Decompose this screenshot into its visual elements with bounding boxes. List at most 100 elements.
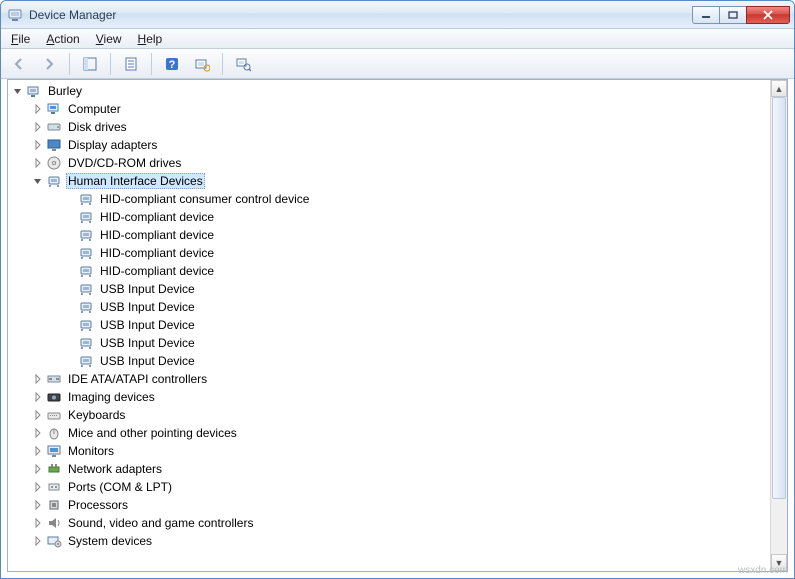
tree-node-label: USB Input Device: [98, 282, 197, 296]
tree-node-category-3[interactable]: DVD/CD-ROM drives: [8, 154, 770, 172]
scroll-thumb[interactable]: [772, 97, 786, 499]
watermark: wsxdn.com: [738, 565, 788, 576]
tree-node-category-0[interactable]: Computer: [8, 100, 770, 118]
toolbar: ?: [1, 49, 794, 79]
hid-icon: [78, 299, 94, 315]
tree-node-device-4-6[interactable]: USB Input Device: [8, 298, 770, 316]
tree-node-label: Network adapters: [66, 462, 164, 476]
expand-arrow-icon[interactable]: [32, 157, 44, 169]
tree-node-category-10[interactable]: Network adapters: [8, 460, 770, 478]
scroll-track[interactable]: [771, 97, 787, 554]
expand-arrow-icon[interactable]: [32, 391, 44, 403]
close-button[interactable]: [746, 6, 790, 24]
tree-node-label: Processors: [66, 498, 130, 512]
expand-arrow-icon[interactable]: [32, 463, 44, 475]
tree-node-category-6[interactable]: Imaging devices: [8, 388, 770, 406]
tree-node-device-4-7[interactable]: USB Input Device: [8, 316, 770, 334]
tree-node-label: USB Input Device: [98, 318, 197, 332]
tree-node-device-4-3[interactable]: HID-compliant device: [8, 244, 770, 262]
tree-node-label: USB Input Device: [98, 300, 197, 314]
hid-icon: [78, 281, 94, 297]
tree-node-category-8[interactable]: Mice and other pointing devices: [8, 424, 770, 442]
tree-node-category-5[interactable]: IDE ATA/ATAPI controllers: [8, 370, 770, 388]
properties-button[interactable]: [119, 52, 143, 76]
tree-node-category-13[interactable]: Sound, video and game controllers: [8, 514, 770, 532]
hid-icon: [78, 227, 94, 243]
tree-node-category-11[interactable]: Ports (COM & LPT): [8, 478, 770, 496]
menu-bar: File Action View Help: [1, 29, 794, 49]
menu-view[interactable]: View: [90, 31, 128, 47]
tree-node-device-4-9[interactable]: USB Input Device: [8, 352, 770, 370]
ports-icon: [46, 479, 62, 495]
tree-node-category-14[interactable]: System devices: [8, 532, 770, 550]
processor-icon: [46, 497, 62, 513]
scan-hardware-button[interactable]: [190, 52, 214, 76]
scroll-up-button[interactable]: ▲: [771, 80, 787, 97]
tree-node-device-4-0[interactable]: HID-compliant consumer control device: [8, 190, 770, 208]
tree-node-category-4[interactable]: Human Interface Devices: [8, 172, 770, 190]
tree-node-label: DVD/CD-ROM drives: [66, 156, 183, 170]
tree-node-label: Display adapters: [66, 138, 159, 152]
svg-text:?: ?: [169, 59, 176, 71]
tree-node-device-4-2[interactable]: HID-compliant device: [8, 226, 770, 244]
tree-node-category-2[interactable]: Display adapters: [8, 136, 770, 154]
toolbar-separator: [222, 53, 223, 75]
tree-node-label: Burley: [46, 84, 84, 98]
tree-node-category-7[interactable]: Keyboards: [8, 406, 770, 424]
hid-icon: [78, 245, 94, 261]
device-tree-viewport[interactable]: Burley Computer Disk drives Display adapter…: [8, 80, 770, 571]
menu-file[interactable]: File: [5, 31, 36, 47]
view-devices-button[interactable]: [231, 52, 255, 76]
device-tree: Burley Computer Disk drives Display adapter…: [8, 82, 770, 550]
title-bar: Device Manager: [1, 1, 794, 29]
monitor-icon: [46, 443, 62, 459]
collapse-arrow-icon[interactable]: [12, 85, 24, 97]
expand-arrow-icon[interactable]: [32, 499, 44, 511]
help-button[interactable]: ?: [160, 52, 184, 76]
expand-arrow-icon[interactable]: [32, 373, 44, 385]
expand-arrow-icon[interactable]: [32, 517, 44, 529]
imaging-icon: [46, 389, 62, 405]
expand-arrow-icon[interactable]: [32, 481, 44, 493]
expand-arrow-icon[interactable]: [32, 535, 44, 547]
back-button[interactable]: [7, 52, 31, 76]
expand-arrow-icon[interactable]: [32, 121, 44, 133]
tree-node-device-4-4[interactable]: HID-compliant device: [8, 262, 770, 280]
tree-node-label: HID-compliant device: [98, 264, 216, 278]
tree-node-category-1[interactable]: Disk drives: [8, 118, 770, 136]
tree-node-device-4-8[interactable]: USB Input Device: [8, 334, 770, 352]
ide-icon: [46, 371, 62, 387]
tree-node-category-12[interactable]: Processors: [8, 496, 770, 514]
tree-node-label: Mice and other pointing devices: [66, 426, 239, 440]
maximize-button[interactable]: [719, 6, 747, 24]
expand-arrow-icon[interactable]: [32, 139, 44, 151]
tree-node-label: IDE ATA/ATAPI controllers: [66, 372, 209, 386]
dvd-icon: [46, 155, 62, 171]
window-controls: [693, 6, 790, 24]
hid-icon: [78, 353, 94, 369]
menu-help[interactable]: Help: [132, 31, 169, 47]
display-icon: [46, 137, 62, 153]
expand-arrow-icon[interactable]: [32, 409, 44, 421]
hid-icon: [46, 173, 62, 189]
network-icon: [46, 461, 62, 477]
hid-icon: [78, 191, 94, 207]
vertical-scrollbar[interactable]: ▲ ▼: [770, 80, 787, 571]
menu-action[interactable]: Action: [40, 31, 85, 47]
tree-node-label: HID-compliant consumer control device: [98, 192, 311, 206]
collapse-arrow-icon[interactable]: [32, 175, 44, 187]
forward-button[interactable]: [37, 52, 61, 76]
expand-arrow-icon[interactable]: [32, 103, 44, 115]
tree-node-category-9[interactable]: Monitors: [8, 442, 770, 460]
tree-node-label: Disk drives: [66, 120, 129, 134]
tree-node-root[interactable]: Burley: [8, 82, 770, 100]
expand-arrow-icon[interactable]: [32, 427, 44, 439]
tree-node-label: HID-compliant device: [98, 228, 216, 242]
expand-arrow-icon[interactable]: [32, 445, 44, 457]
minimize-button[interactable]: [692, 6, 720, 24]
tree-node-device-4-5[interactable]: USB Input Device: [8, 280, 770, 298]
content-pane: Burley Computer Disk drives Display adapter…: [7, 79, 788, 572]
show-hide-console-tree-button[interactable]: [78, 52, 102, 76]
tree-node-label: HID-compliant device: [98, 210, 216, 224]
tree-node-device-4-1[interactable]: HID-compliant device: [8, 208, 770, 226]
